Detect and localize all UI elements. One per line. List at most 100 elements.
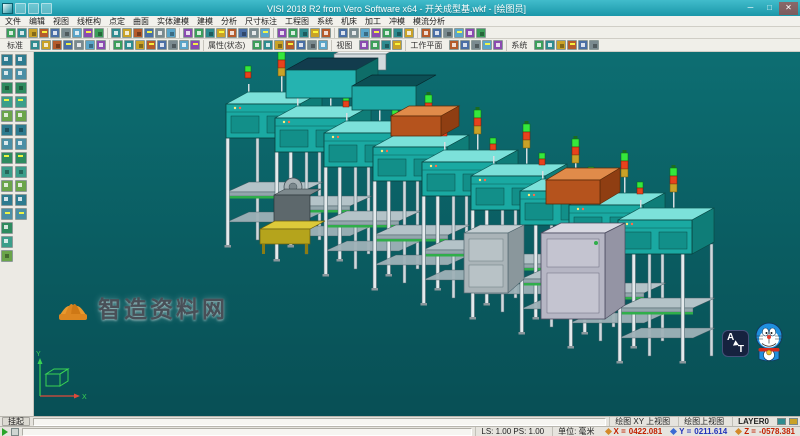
toolbar-icon[interactable] [382,28,392,38]
menu-item[interactable]: 模流分析 [413,16,445,27]
toolbar-icon[interactable] [113,40,123,50]
menu-item[interactable]: 工程图 [285,16,309,27]
quick-undo-icon[interactable] [28,3,39,14]
menu-item[interactable]: 系统 [317,16,333,27]
grid-toggle-icon[interactable] [11,428,19,436]
status-chip-icon[interactable] [777,418,786,425]
sidebar-tool-icon[interactable] [15,54,27,66]
toolbar-icon[interactable] [168,40,178,50]
toolbar-icon[interactable] [534,40,544,50]
menu-item[interactable]: 机床 [341,16,357,27]
toolbar-icon[interactable] [443,28,453,38]
sidebar-tool-icon[interactable] [15,138,27,150]
toolbar-icon[interactable] [96,40,106,50]
menu-item[interactable]: 文件 [5,16,21,27]
menu-item[interactable]: 加工 [365,16,381,27]
toolbar-icon[interactable] [277,28,287,38]
toolbar-icon[interactable] [285,40,295,50]
toolbar-icon[interactable] [146,40,156,50]
toolbar-icon[interactable] [238,28,248,38]
toolbar-icon[interactable] [252,40,262,50]
menu-item[interactable]: 编辑 [29,16,45,27]
sidebar-tool-icon[interactable] [15,110,27,122]
toolbar-icon[interactable] [370,40,380,50]
toolbar-icon[interactable] [144,28,154,38]
toolbar-icon[interactable] [321,28,331,38]
toolbar-icon[interactable] [183,28,193,38]
sidebar-tool-icon[interactable] [15,208,27,220]
menu-item[interactable]: 分析 [221,16,237,27]
units-indicator[interactable]: 单位: 毫米 [552,427,599,436]
toolbar-icon[interactable] [460,40,470,50]
toolbar-icon[interactable] [493,40,503,50]
toolbar-icon[interactable] [274,40,284,50]
toolbar-icon[interactable] [28,28,38,38]
toolbar-icon[interactable] [135,40,145,50]
toolbar-icon[interactable] [216,28,226,38]
menu-item[interactable]: 点定 [109,16,125,27]
quick-redo-icon[interactable] [41,3,52,14]
toolbar-icon[interactable] [6,28,16,38]
sidebar-tool-icon[interactable] [1,236,13,248]
sidebar-tool-icon[interactable] [1,250,13,262]
cad-viewport[interactable]: X Y 智造资料网 A T [34,52,800,416]
view-indicator[interactable]: 绘图上视图 [678,417,729,426]
command-input[interactable] [33,418,606,426]
sidebar-tool-icon[interactable] [1,194,13,206]
toolbar-icon[interactable] [72,28,82,38]
toolbar-icon[interactable] [360,28,370,38]
sidebar-tool-icon[interactable] [15,124,27,136]
toolbar-icon[interactable] [124,40,134,50]
toolbar-icon[interactable] [155,28,165,38]
menu-item[interactable]: 视图 [53,16,69,27]
toolbar-icon[interactable] [556,40,566,50]
toolbar-icon[interactable] [381,40,391,50]
sidebar-tool-icon[interactable] [1,124,13,136]
assembly-line-model[interactable] [225,52,716,364]
menu-item[interactable]: 尺寸标注 [245,16,277,27]
toolbar-icon[interactable] [205,28,215,38]
toolbar-icon[interactable] [310,28,320,38]
toolbar-icon[interactable] [421,28,431,38]
workplane-indicator[interactable]: 绘图 XY 上视图 [609,417,675,426]
toolbar-icon[interactable] [393,28,403,38]
menu-item[interactable]: 冲模 [389,16,405,27]
toolbar-icon[interactable] [190,40,200,50]
toolbar-icon[interactable] [432,28,442,38]
toolbar-icon[interactable] [111,28,121,38]
maximize-button[interactable]: □ [760,2,779,15]
minimize-button[interactable]: ─ [741,2,760,15]
toolbar-icon[interactable] [94,28,104,38]
toolbar-icon[interactable] [63,40,73,50]
toolbar-icon[interactable] [249,28,259,38]
toolbar-icon[interactable] [299,28,309,38]
toolbar-icon[interactable] [359,40,369,50]
toolbar-icon[interactable] [30,40,40,50]
toolbar-icon[interactable] [50,28,60,38]
sidebar-tool-icon[interactable] [1,166,13,178]
toolbar-icon[interactable] [589,40,599,50]
sidebar-tool-icon[interactable] [1,138,13,150]
toolbar-icon[interactable] [545,40,555,50]
toolbar-icon[interactable] [338,28,348,38]
sidebar-tool-icon[interactable] [15,194,27,206]
prompt-button[interactable]: 挂起 [2,417,30,426]
play-icon[interactable] [2,428,8,436]
toolbar-icon[interactable] [471,40,481,50]
toolbar-icon[interactable] [166,28,176,38]
toolbar-icon[interactable] [349,28,359,38]
sidebar-tool-icon[interactable] [1,222,13,234]
toolbar-icon[interactable] [85,40,95,50]
sidebar-tool-icon[interactable] [1,96,13,108]
toolbar-icon[interactable] [392,40,402,50]
toolbar-icon[interactable] [133,28,143,38]
toolbar-icon[interactable] [567,40,577,50]
toolbar-icon[interactable] [61,28,71,38]
toolbar-icon[interactable] [454,28,464,38]
sidebar-tool-icon[interactable] [1,110,13,122]
toolbar-icon[interactable] [476,28,486,38]
sidebar-tool-icon[interactable] [1,152,13,164]
layer-indicator[interactable]: LAYER0 [732,417,774,426]
sidebar-tool-icon[interactable] [15,96,27,108]
toolbar-icon[interactable] [296,40,306,50]
